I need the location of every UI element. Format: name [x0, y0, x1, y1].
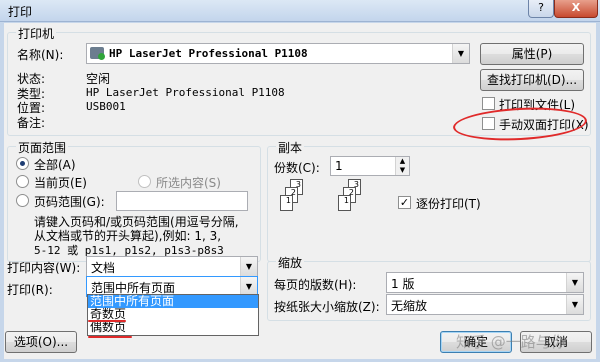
zoom-group-title: 缩放 [276, 254, 305, 271]
range-all-radio[interactable] [16, 157, 29, 170]
chevron-down-icon[interactable]: ▼ [452, 44, 469, 63]
help-button[interactable]: ? [528, 0, 554, 18]
annotation-underline-even [88, 336, 132, 338]
where-value: USB001 [86, 100, 126, 113]
print-dropdown-list[interactable]: 范围中所有页面 奇数页 偶数页 [87, 294, 259, 336]
find-printer-button[interactable]: 查找打印机(D)... [480, 69, 584, 91]
status-value: 空闲 [86, 72, 111, 86]
print-label: 打印(R): [7, 283, 53, 297]
print-to-file-checkbox[interactable] [482, 97, 495, 110]
printer-name-select[interactable]: HP LaserJet Professional P1108 ▼ [86, 43, 470, 64]
copies-spinner-icon[interactable]: ▲ ▼ [395, 157, 409, 175]
chevron-down-icon[interactable]: ▼ [566, 295, 583, 314]
close-button[interactable]: X [554, 0, 598, 18]
copies-group: 副本 份数(C): 1 ▲ ▼ 3 2 1 3 2 1 ✓ 逐份打印(T) [267, 139, 591, 262]
scale-select[interactable]: 无缩放 ▼ [386, 294, 584, 315]
copies-count-value: 1 [335, 159, 343, 173]
type-value: HP LaserJet Professional P1108 [86, 86, 285, 99]
range-selection-radio[interactable] [138, 175, 151, 188]
scale-value: 无缩放 [391, 299, 428, 313]
pages-per-sheet-select[interactable]: 1 版 ▼ [386, 272, 584, 293]
copies-count-label: 份数(C): [274, 161, 320, 175]
pages-per-sheet-label: 每页的版数(H): [274, 278, 357, 292]
range-all-label: 全部(A) [34, 158, 76, 172]
page-range-input[interactable] [116, 191, 248, 211]
options-button[interactable]: 选项(O)... [5, 331, 77, 353]
print-what-value: 文档 [91, 261, 116, 275]
printer-name-value: HP LaserJet Professional P1108 [109, 47, 308, 60]
collate-label: 逐份打印(T) [416, 197, 481, 211]
range-pages-radio[interactable] [16, 194, 29, 207]
print-what-select[interactable]: 文档 ▼ [86, 256, 258, 277]
dropdown-option-even-pages[interactable]: 偶数页 [88, 321, 258, 334]
comment-label: 备注: [17, 116, 46, 130]
range-pages-label: 页码范围(G): [34, 195, 105, 209]
ready-status-icon [98, 53, 105, 60]
copies-count-input[interactable]: 1 ▲ ▼ [330, 156, 410, 176]
pages-per-sheet-value: 1 版 [391, 277, 415, 291]
page-range-group-title: 页面范围 [16, 139, 69, 156]
range-current-radio[interactable] [16, 175, 29, 188]
printer-group-title: 打印机 [16, 25, 57, 42]
annotation-underline-odd [88, 320, 126, 322]
chevron-down-icon[interactable]: ▼ [240, 257, 257, 276]
watermark-text: 知乎 @一路与你 [456, 333, 566, 351]
print-what-label: 打印内容(W): [7, 261, 81, 275]
window-title: 打印 [8, 5, 33, 19]
scale-label: 按纸张大小缩放(Z): [274, 300, 380, 314]
page-range-group: 页面范围 全部(A) 当前页(E) 所选内容(S) 页码范围(G): 请键入页码… [7, 139, 261, 262]
printer-name-label: 名称(N): [17, 48, 64, 62]
chevron-down-icon[interactable]: ▼ [566, 273, 583, 292]
range-selection-label: 所选内容(S) [156, 176, 221, 190]
title-bar: 打印 ? X [0, 0, 600, 22]
range-current-label: 当前页(E) [34, 176, 87, 190]
copies-group-title: 副本 [276, 139, 305, 156]
zoom-group: 缩放 每页的版数(H): 1 版 ▼ 按纸张大小缩放(Z): 无缩放 ▼ [267, 254, 591, 321]
collate-checkbox[interactable]: ✓ [398, 196, 411, 209]
properties-button[interactable]: 属性(P) [480, 43, 584, 65]
dialog-body: 打印机 名称(N): HP LaserJet Professional P110… [4, 23, 596, 359]
